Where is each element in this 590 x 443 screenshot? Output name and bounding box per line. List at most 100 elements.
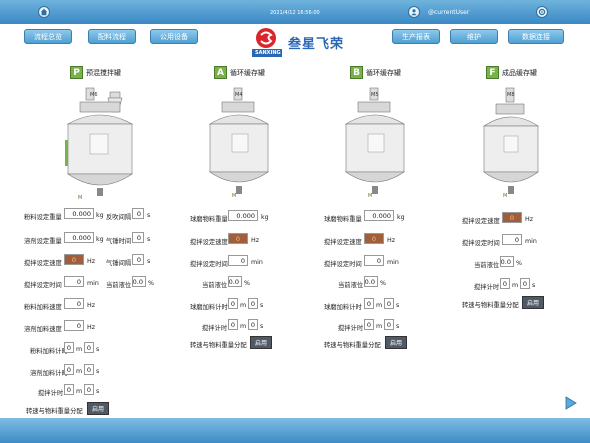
settings-icon[interactable] bbox=[536, 6, 548, 18]
p-solvent-weight-label: 溶剂设定重量 bbox=[24, 238, 62, 245]
p-stir-speed-label: 搅拌设定速度 bbox=[24, 260, 62, 267]
tank-b-title: B 循环缓存罐 bbox=[350, 66, 401, 79]
f-stir-timer-label: 搅拌计时 bbox=[474, 284, 500, 291]
tank-p-title: P 预混搅拌罐 bbox=[70, 66, 121, 79]
a-stir-speed-input[interactable]: 0 bbox=[228, 233, 248, 244]
b-feed-timer-s: 0 bbox=[384, 298, 394, 309]
a-stir-timer-s-unit: s bbox=[260, 323, 264, 330]
user-icon[interactable] bbox=[408, 6, 420, 18]
tank-b-graphic[interactable]: M5 M bbox=[340, 86, 410, 198]
home-icon[interactable] bbox=[38, 6, 50, 18]
a-feed-timer-label: 球磨加料计时 bbox=[190, 304, 228, 311]
p-powder-speed-unit: Hz bbox=[87, 302, 96, 309]
b-enable-button[interactable]: 启用 bbox=[385, 336, 407, 349]
logo-text: SANXING bbox=[255, 50, 281, 56]
p-enable-button[interactable]: 启用 bbox=[87, 402, 109, 415]
tank-a-motor: M4 bbox=[235, 92, 243, 98]
p-stir-timer-m: 0 bbox=[64, 384, 74, 395]
p-solvent-timer-label: 溶剂加料计时 bbox=[30, 370, 68, 377]
p-powder-speed-input[interactable]: 0 bbox=[64, 298, 84, 309]
a-enable-button[interactable]: 启用 bbox=[250, 336, 272, 349]
p-powder-timer-m-unit: m bbox=[76, 346, 83, 353]
p-powder-timer-s: 0 bbox=[84, 342, 94, 353]
b-feed-timer-label: 球磨加料计时 bbox=[324, 304, 362, 311]
a-ball-weight-input[interactable]: 0.000 bbox=[228, 210, 258, 221]
p-solvent-timer-m-unit: m bbox=[76, 368, 83, 375]
a-stir-speed-unit: Hz bbox=[251, 237, 260, 244]
p-blow-interval-input[interactable]: 0 bbox=[132, 254, 144, 265]
p-stir-timer-m-unit: m bbox=[76, 388, 83, 395]
tank-b-badge: B bbox=[350, 66, 363, 79]
a-feed-timer-m-unit: m bbox=[240, 302, 247, 309]
nav-production-report[interactable]: 生产报表 bbox=[392, 29, 440, 44]
tank-b-bottom-motor: M bbox=[368, 193, 372, 198]
a-stir-time-unit: min bbox=[251, 259, 263, 266]
nav-data-connection[interactable]: 数据连接 bbox=[508, 29, 564, 44]
p-ratio-label: 转速与物料重量分配 bbox=[26, 408, 83, 415]
tank-p-graphic[interactable]: M6 M bbox=[60, 84, 140, 202]
nav-utilities[interactable]: 公用设备 bbox=[150, 29, 198, 44]
p-stir-time-input[interactable]: 0 bbox=[64, 276, 84, 287]
a-stir-time-label: 搅拌设定时间 bbox=[190, 261, 228, 268]
b-level-value: 0.0 bbox=[364, 276, 378, 287]
f-enable-button[interactable]: 启用 bbox=[522, 296, 544, 309]
tank-f-badge: F bbox=[486, 66, 499, 79]
a-ball-weight-unit: kg bbox=[261, 214, 269, 221]
tank-a-title: A 循环缓存罐 bbox=[214, 66, 265, 79]
b-ratio-label: 转速与物料重量分配 bbox=[324, 342, 381, 349]
a-level-value: 0.0 bbox=[228, 276, 242, 287]
f-stir-timer-s-unit: s bbox=[532, 282, 536, 289]
p-powder-weight-label: 粉料设定重量 bbox=[24, 214, 62, 221]
p-powder-weight-input[interactable]: 0.000 bbox=[64, 208, 94, 219]
a-stir-time-input[interactable]: 0 bbox=[228, 255, 248, 266]
b-stir-timer-m: 0 bbox=[364, 319, 374, 330]
p-solvent-speed-input[interactable]: 0 bbox=[64, 320, 84, 331]
b-ball-weight-unit: kg bbox=[397, 214, 405, 221]
tank-p-label: 预混搅拌罐 bbox=[86, 68, 121, 77]
p-reverse-interval-input[interactable]: 0 bbox=[132, 208, 144, 219]
b-stir-timer-s: 0 bbox=[384, 319, 394, 330]
tank-f-label: 成品缓存罐 bbox=[502, 68, 537, 77]
b-feed-timer-m: 0 bbox=[364, 298, 374, 309]
brand-name: 叁星飞荣 bbox=[288, 37, 345, 52]
p-level-unit: % bbox=[148, 280, 154, 287]
p-blow-time-unit: s bbox=[147, 236, 151, 243]
p-stir-time-unit: min bbox=[87, 280, 99, 287]
a-level-unit: % bbox=[244, 280, 250, 287]
tank-p-motor: M6 bbox=[90, 92, 98, 98]
p-solvent-weight-input[interactable]: 0.000 bbox=[64, 232, 94, 243]
tank-f-graphic[interactable]: M8 M bbox=[478, 86, 544, 198]
f-level-label: 当前液位 bbox=[474, 262, 500, 269]
tank-a-graphic[interactable]: M4 M bbox=[204, 86, 274, 198]
f-stir-time-input[interactable]: 0 bbox=[502, 234, 522, 245]
p-blow-time-input[interactable]: 0 bbox=[132, 232, 144, 243]
b-stir-time-unit: min bbox=[387, 259, 399, 266]
f-stir-time-label: 搅拌设定时间 bbox=[462, 240, 500, 247]
f-stir-speed-input[interactable]: 0 bbox=[502, 212, 522, 223]
f-stir-timer-m: 0 bbox=[500, 278, 510, 289]
p-solvent-speed-label: 溶剂加料速度 bbox=[24, 326, 62, 333]
f-stir-speed-unit: Hz bbox=[525, 216, 534, 223]
nav-process-overview[interactable]: 流程总览 bbox=[24, 29, 72, 44]
tank-p-bottom-motor: M bbox=[78, 195, 82, 201]
tank-b-motor: M5 bbox=[371, 92, 379, 98]
p-solvent-timer-s-unit: s bbox=[96, 368, 100, 375]
a-stir-speed-label: 搅拌设定速度 bbox=[190, 239, 228, 246]
b-ball-weight-input[interactable]: 0.000 bbox=[364, 210, 394, 221]
a-stir-timer-m-unit: m bbox=[240, 323, 247, 330]
p-powder-timer-m: 0 bbox=[64, 342, 74, 353]
next-page-arrow-icon[interactable] bbox=[565, 396, 577, 410]
b-stir-speed-input[interactable]: 0 bbox=[364, 233, 384, 244]
tank-p-badge: P bbox=[70, 66, 83, 79]
b-stir-time-input[interactable]: 0 bbox=[364, 255, 384, 266]
p-stir-speed-input[interactable]: 0 bbox=[64, 254, 84, 265]
p-stir-timer-s-unit: s bbox=[96, 388, 100, 395]
b-level-label: 当前液位 bbox=[338, 282, 364, 289]
a-stir-timer-m: 0 bbox=[228, 319, 238, 330]
b-stir-speed-unit: Hz bbox=[387, 237, 396, 244]
p-solvent-weight-unit: kg bbox=[96, 236, 104, 243]
p-reverse-interval-label: 反吹间隔 bbox=[106, 214, 132, 221]
nav-batching-process[interactable]: 配料流程 bbox=[88, 29, 136, 44]
nav-maintenance[interactable]: 维护 bbox=[450, 29, 498, 44]
f-level-unit: % bbox=[516, 260, 522, 267]
